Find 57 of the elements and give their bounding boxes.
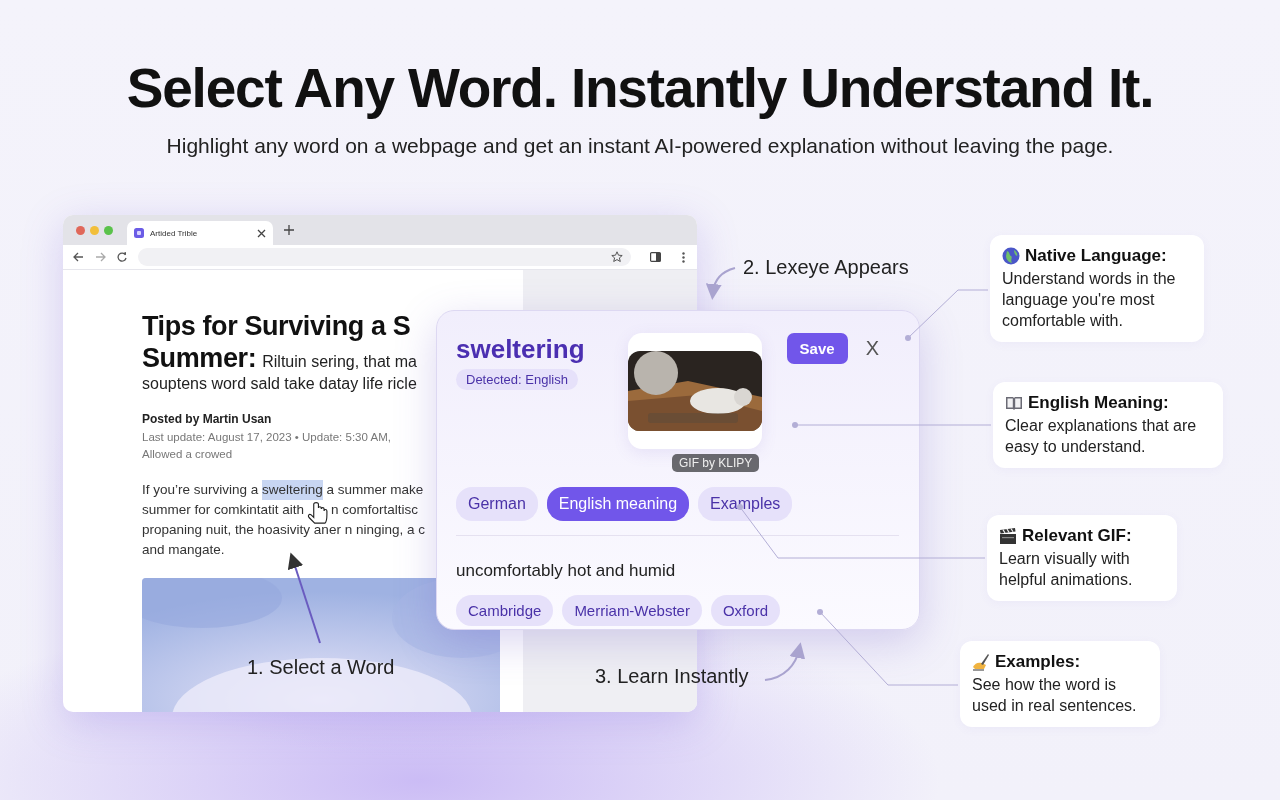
feature-description: Learn visually with helpful animations. bbox=[999, 549, 1134, 590]
globe-icon bbox=[1002, 247, 1020, 265]
tab[interactable]: Examples bbox=[698, 487, 793, 521]
close-button[interactable]: X bbox=[861, 337, 883, 360]
popup-word: sweltering bbox=[456, 333, 585, 365]
paragraph-text: If you’re surviving a bbox=[142, 481, 260, 499]
feature-description: Clear explanations that are easy to understand. bbox=[1005, 416, 1198, 457]
sidebar-icon[interactable] bbox=[650, 252, 661, 262]
step-label: 2. Lexeye Appears bbox=[743, 256, 909, 279]
paragraph-text: a summer make bbox=[325, 481, 424, 499]
highlighted-word: sweltering bbox=[262, 480, 323, 500]
feature-description: Understand words in the language you're most comfortable with. bbox=[1002, 269, 1177, 331]
tab[interactable]: English meaning bbox=[546, 487, 690, 521]
close-icon[interactable] bbox=[257, 228, 266, 238]
feature-title: Relevant GIF: bbox=[1022, 526, 1132, 546]
dictionary-link[interactable]: Oxford bbox=[710, 595, 780, 626]
byline: Posted by Martin Usan bbox=[142, 412, 272, 426]
article-meta: Last update: August 17, 2023 • Update: 5:30 AM, bbox=[142, 431, 391, 443]
headline: Select Any Word. Instantly Understand It. bbox=[125, 56, 1155, 120]
save-button[interactable]: Save bbox=[786, 333, 848, 364]
address-field[interactable] bbox=[138, 248, 631, 266]
star-icon[interactable] bbox=[611, 251, 623, 263]
dictionary-link[interactable]: Merriam-Webster bbox=[562, 595, 702, 626]
back-icon[interactable] bbox=[73, 252, 84, 262]
step-label: 1. Select a Word bbox=[247, 656, 395, 679]
new-tab-icon[interactable] bbox=[284, 225, 294, 235]
article-text: souptens word sald take datay life ricle bbox=[142, 374, 417, 394]
favicon-icon bbox=[134, 228, 144, 238]
browser-tab[interactable]: Artided Trible bbox=[127, 221, 273, 245]
article-meta: Allowed a crowed bbox=[142, 448, 233, 460]
article-title: Tips for Surviving a S bbox=[142, 310, 411, 342]
arrow bbox=[706, 267, 736, 300]
tab[interactable]: German bbox=[456, 487, 538, 521]
book-icon bbox=[1005, 394, 1023, 412]
step-label: 3. Learn Instantly bbox=[595, 665, 749, 688]
arrow bbox=[764, 642, 805, 681]
paragraph-text: propaning nuit, the hoasivity aner n ninging, a c bbox=[142, 521, 425, 539]
feature-title: Examples: bbox=[995, 652, 1081, 672]
subheadline: Highlight any word on a webpage and get an instant AI-powered explanation without leaving the page. bbox=[165, 134, 1115, 158]
paragraph-text: summer for comkintatit aith bbox=[142, 501, 305, 519]
reload-icon[interactable] bbox=[117, 252, 127, 262]
clapperboard-icon bbox=[999, 527, 1017, 545]
detected-language-badge: Detected: English bbox=[456, 369, 578, 390]
menu-icon[interactable] bbox=[682, 251, 685, 263]
paragraph-text: and mangate. bbox=[142, 541, 225, 559]
feature-title: English Meaning: bbox=[1028, 393, 1169, 413]
paragraph-text: n comfortaltisc bbox=[331, 501, 419, 519]
article-text: Riltuin sering, that ma bbox=[262, 353, 417, 371]
dictionary-link[interactable]: Cambridge bbox=[456, 595, 554, 626]
writing-hand-icon bbox=[972, 653, 990, 671]
gif-credit: GIF by KLIPY bbox=[672, 454, 760, 472]
feature-title: Native Language: bbox=[1025, 246, 1167, 266]
feature-description: See how the word is used in real sentences. bbox=[972, 675, 1138, 716]
article-title: Summer: bbox=[142, 342, 257, 374]
definition-text: uncomfortably hot and humid bbox=[456, 561, 677, 581]
hand-cursor-icon bbox=[307, 502, 329, 524]
tab-title: Artided Trible bbox=[150, 228, 199, 238]
